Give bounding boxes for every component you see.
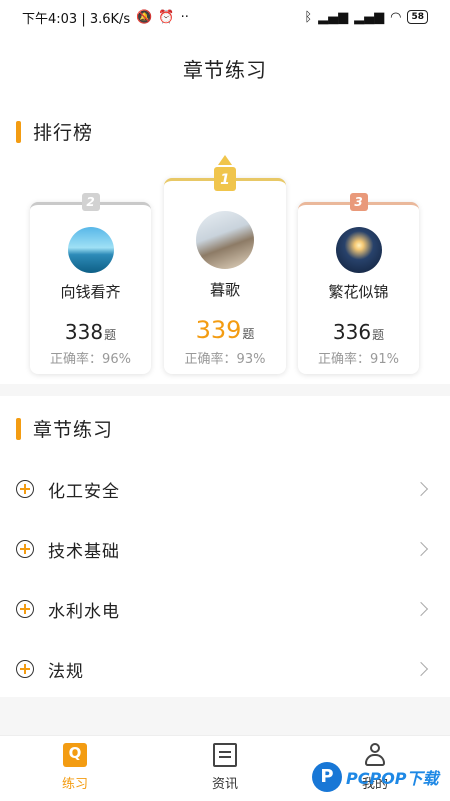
avatar [67, 227, 114, 273]
rank-card-2[interactable]: 2 向钱看齐 338题 正确率：96% [30, 193, 151, 374]
watermark-text: PCPOP下载 [346, 769, 439, 788]
chapter-label: 技术基础 [48, 541, 120, 562]
status-left: 下午4:03 | 3.6K/s 🔕 ⏰ ·· [22, 8, 189, 27]
status-bar: 下午4:03 | 3.6K/s 🔕 ⏰ ·· ᛒ ▂▄▆ ▂▄▆ ◠ 58 [0, 0, 450, 34]
chapter-item-technical-basics[interactable]: 技术基础 [0, 519, 450, 579]
alarm-icon: ⏰ [158, 9, 175, 25]
rank-accuracy: 正确率：93% [184, 352, 266, 367]
rank-score-value: 338 [64, 320, 104, 344]
section-divider [0, 384, 450, 396]
avatar [196, 211, 254, 269]
rank-card-3[interactable]: 3 繁花似锦 336题 正确率：91% [298, 193, 419, 374]
rank-score: 339题 [164, 316, 286, 344]
ranking-title: 排行榜 [33, 122, 94, 144]
chapter-item-chemical-safety[interactable]: 化工安全 [0, 459, 450, 519]
rank-score-unit: 题 [104, 328, 117, 342]
ranking-header: 排行榜 [16, 118, 93, 145]
rank-score-value: 336 [332, 320, 372, 344]
signal-icon: ▂▄▆ [318, 9, 349, 25]
plus-circle-icon [16, 480, 34, 498]
watermark: P PCPOP下载 [312, 757, 448, 797]
rank-score: 336题 [298, 320, 419, 344]
chapter-label: 法规 [48, 661, 84, 682]
wifi-icon: ◠ [390, 9, 402, 25]
rank-score-value: 339 [195, 316, 242, 344]
chevron-right-icon [413, 481, 429, 497]
chevron-right-icon [413, 661, 429, 677]
tab-label: 资讯 [211, 777, 238, 792]
page-title: 章节练习 [183, 58, 267, 82]
section-accent-bar [16, 120, 21, 143]
rank-score: 338题 [30, 320, 151, 344]
bluetooth-icon: ᛒ [304, 9, 313, 25]
rank-accuracy: 正确率：96% [50, 352, 131, 367]
rank-name: 向钱看齐 [60, 283, 121, 301]
chapter-label: 水利水电 [48, 601, 120, 622]
news-icon [213, 743, 237, 767]
plus-circle-icon [16, 600, 34, 618]
chapters-title: 章节练习 [33, 419, 114, 441]
chapter-label: 化工安全 [48, 481, 120, 502]
rank-card-1[interactable]: 1 暮歌 339题 正确率：93% [164, 155, 286, 374]
tab-label: 练习 [61, 777, 88, 792]
chapter-list: 化工安全 技术基础 水利水电 法规 [0, 459, 450, 699]
rank-badge-3: 3 [349, 193, 368, 211]
practice-icon [63, 743, 87, 767]
crown-icon [218, 155, 232, 165]
rank-badge-1: 1 [214, 167, 236, 191]
watermark-logo-icon: P [312, 762, 342, 792]
tab-news[interactable]: 资讯 [150, 736, 300, 801]
chevron-right-icon [413, 601, 429, 617]
chapters-header: 章节练习 [16, 415, 113, 442]
rank-score-unit: 题 [372, 328, 385, 342]
plus-circle-icon [16, 660, 34, 678]
plus-circle-icon [16, 540, 34, 558]
rank-score-unit: 题 [242, 327, 255, 341]
signal-icon-2: ▂▄▆ [354, 9, 385, 25]
rank-name: 繁花似锦 [328, 283, 389, 301]
avatar [335, 227, 382, 273]
mute-icon: 🔕 [136, 9, 153, 25]
chapter-item-water-power[interactable]: 水利水电 [0, 579, 450, 639]
section-accent-bar [16, 417, 21, 440]
rank-name: 暮歌 [209, 281, 240, 299]
chapter-item-regulations[interactable]: 法规 [0, 639, 450, 699]
bottom-spacer [0, 697, 450, 735]
status-right: ᛒ ▂▄▆ ▂▄▆ ◠ 58 [304, 10, 428, 25]
chevron-right-icon [413, 541, 429, 557]
rank-accuracy: 正确率：91% [318, 352, 399, 367]
tab-practice[interactable]: 练习 [0, 736, 150, 801]
more-icon: ·· [180, 9, 189, 25]
battery-icon: 58 [407, 10, 428, 24]
status-time: 下午4:03 | 3.6K/s [22, 11, 131, 27]
rank-badge-2: 2 [81, 193, 100, 211]
